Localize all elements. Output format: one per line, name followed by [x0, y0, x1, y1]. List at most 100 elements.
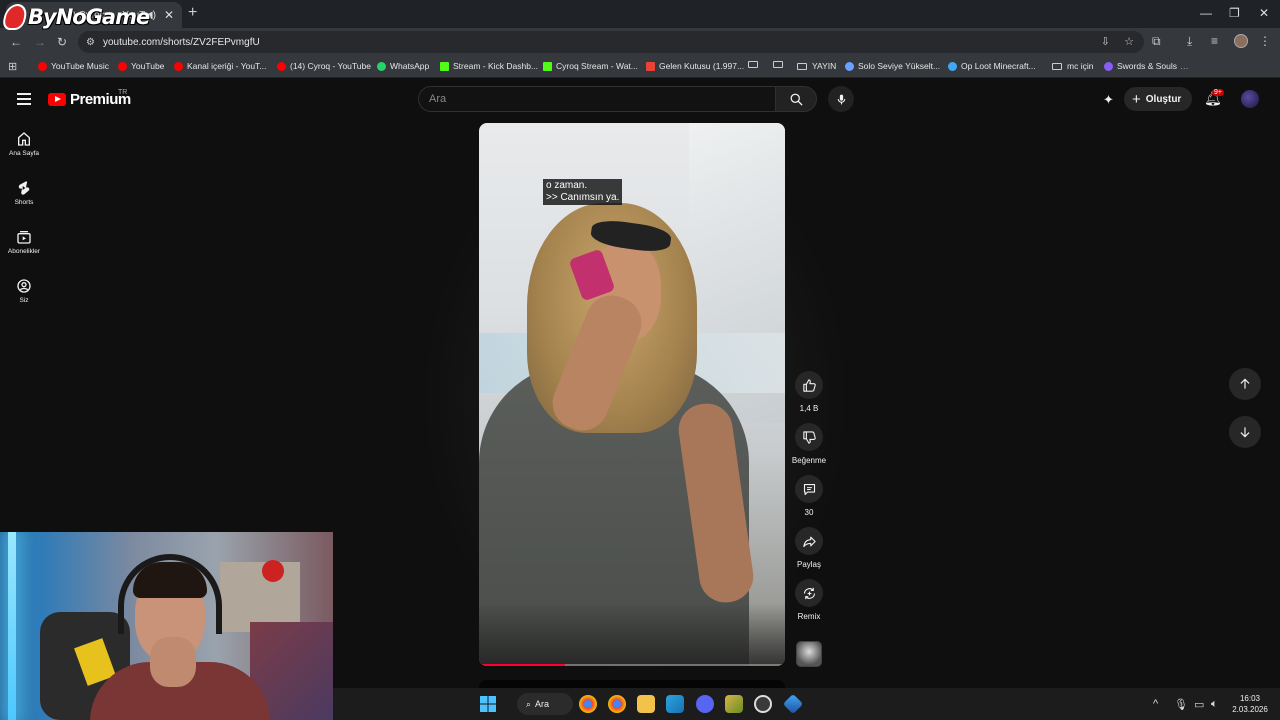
- home-icon: [18, 132, 30, 146]
- bookmark-item[interactable]: WhatsApp: [377, 61, 429, 71]
- clock-date: 2.03.2026: [1232, 705, 1268, 714]
- create-button[interactable]: + Oluştur: [1124, 87, 1192, 111]
- discord-icon[interactable]: [696, 695, 714, 713]
- video-progress-bar[interactable]: [479, 664, 785, 666]
- bookmark-item[interactable]: (14) Cyroq - YouTube: [277, 61, 371, 71]
- tray-overflow-icon[interactable]: ^: [1153, 698, 1158, 710]
- taskbar-search[interactable]: ⌕ Ara: [517, 693, 573, 715]
- subscriptions-icon: [17, 231, 31, 244]
- thumbs-down-icon: [802, 430, 816, 444]
- gmail-icon: [646, 61, 655, 71]
- bookmark-item[interactable]: Cyroq Stream - Wat...: [543, 61, 638, 71]
- notifications-badge: 9+: [1212, 89, 1224, 96]
- windows-start-icon[interactable]: [479, 695, 497, 713]
- new-tab-button[interactable]: +: [188, 4, 197, 22]
- sidebar-item-shorts[interactable]: Shorts: [0, 180, 48, 206]
- search-input[interactable]: Ara: [418, 86, 775, 112]
- sidebar-item-subscriptions[interactable]: Abonelikler: [0, 229, 48, 255]
- minimize-icon[interactable]: —: [1200, 6, 1212, 20]
- close-window-icon[interactable]: ✕: [1259, 6, 1269, 20]
- bookmark-item[interactable]: Solo Seviye Yükselt...: [845, 61, 940, 71]
- display-icon[interactable]: ▭: [1194, 698, 1204, 711]
- next-short-button[interactable]: [1229, 416, 1261, 448]
- like-action[interactable]: 1,4 B: [789, 371, 829, 413]
- previous-short-button[interactable]: [1229, 368, 1261, 400]
- apps-grid-icon[interactable]: ⊞: [8, 60, 17, 73]
- chrome-icon[interactable]: [579, 695, 597, 713]
- folder-icon: [748, 61, 758, 68]
- remix-button[interactable]: [795, 579, 823, 607]
- downloads-icon[interactable]: ⤓: [1187, 34, 1192, 49]
- comments-action[interactable]: 30: [789, 475, 829, 517]
- media-control-icon[interactable]: ≡: [1211, 34, 1218, 48]
- bookmark-item[interactable]: Swords & Souls: [1104, 61, 1177, 71]
- file-explorer-icon[interactable]: [637, 695, 655, 713]
- bookmark-item[interactable]: Op Loot Minecraft...: [948, 61, 1036, 71]
- dislike-action[interactable]: Beğenme: [789, 423, 829, 465]
- forward-icon[interactable]: →: [34, 35, 46, 49]
- bookmark-star-icon[interactable]: ☆: [1124, 35, 1134, 48]
- search-placeholder: Ara: [429, 93, 447, 105]
- address-bar[interactable]: ⚙ youtube.com/shorts/ZV2FEPvmgfU ⇩ ☆: [78, 31, 1144, 53]
- folder-icon: [797, 62, 807, 70]
- bookmarks-bar: ⊞ YouTube Music YouTube Kanal içeriği - …: [0, 56, 1280, 78]
- thumbs-up-icon: [802, 378, 816, 392]
- sidebar-item-home[interactable]: Ana Sayfa: [0, 131, 48, 157]
- share-action[interactable]: Paylaş: [789, 527, 829, 569]
- search-button[interactable]: [775, 86, 817, 112]
- cast-icon[interactable]: ✦: [1103, 92, 1114, 108]
- bookmark-folder[interactable]: [773, 61, 788, 68]
- remix-label: Remix: [797, 612, 821, 621]
- browser-tab-strip: (15) Cyroq... - YouTube ◀︎) ✕ + — ❐ ✕: [0, 0, 1280, 28]
- chrome-icon[interactable]: [608, 695, 626, 713]
- back-icon[interactable]: ←: [10, 35, 22, 49]
- region-code: TR: [118, 89, 128, 96]
- voice-search-button[interactable]: [828, 86, 854, 112]
- bookmark-item[interactable]: Gelen Kutusu (1.997...: [646, 61, 744, 71]
- reload-icon[interactable]: ↻: [57, 35, 67, 49]
- webcam-overlay: [0, 532, 333, 720]
- youtube-studio-icon: [174, 61, 183, 71]
- bookmark-label: YAYIN: [812, 61, 837, 71]
- bookmark-item[interactable]: YouTube: [118, 61, 164, 71]
- sidebar-item-you[interactable]: Siz: [0, 278, 48, 304]
- bookmark-item[interactable]: Stream - Kick Dashb...: [440, 61, 538, 71]
- taskbar-clock[interactable]: 16:03 2.03.2026: [1228, 693, 1272, 715]
- stream-logo-icon: [1, 4, 29, 30]
- video-caption: o zaman. >> Canımsın ya.: [543, 179, 623, 205]
- restore-icon[interactable]: ❐: [1229, 6, 1240, 20]
- share-button[interactable]: [795, 527, 823, 555]
- site-info-icon[interactable]: ⚙: [86, 37, 95, 48]
- obs-icon[interactable]: [754, 695, 772, 713]
- windows-taskbar: [333, 688, 1280, 720]
- bookmark-folder[interactable]: [748, 61, 763, 68]
- comments-button[interactable]: [795, 475, 823, 503]
- app-icon[interactable]: [725, 695, 743, 713]
- bookmark-item[interactable]: YouTube Music: [38, 61, 109, 71]
- extensions-icon[interactable]: ⧉: [1152, 34, 1161, 49]
- webcam-streamer-hand: [150, 637, 196, 687]
- bookmark-folder[interactable]: mc için: [1052, 61, 1093, 71]
- browser-menu-icon[interactable]: ⋮: [1259, 34, 1271, 48]
- account-avatar[interactable]: [1241, 90, 1259, 108]
- share-icon: [802, 536, 816, 547]
- like-button[interactable]: [795, 371, 823, 399]
- dislike-button[interactable]: [795, 423, 823, 451]
- browser-profile-avatar[interactable]: [1234, 34, 1248, 48]
- install-app-icon[interactable]: ⇩: [1101, 35, 1110, 48]
- volume-icon[interactable]: 🔈︎: [1211, 698, 1218, 711]
- store-icon[interactable]: [666, 695, 684, 713]
- close-tab-icon[interactable]: ✕: [164, 8, 174, 22]
- shorts-icon: [18, 181, 30, 195]
- remix-action[interactable]: Remix: [789, 579, 829, 621]
- sound-thumbnail[interactable]: [796, 641, 822, 667]
- bookmark-item[interactable]: Kanal içeriği - YouT...: [174, 61, 266, 71]
- bookmark-overflow-icon[interactable]: …: [1180, 61, 1189, 71]
- bookmark-folder[interactable]: YAYIN: [797, 61, 836, 71]
- shorts-video-player[interactable]: o zaman. >> Canımsın ya.: [479, 123, 785, 666]
- stream-logo-text: ByNoGame: [28, 5, 150, 29]
- browser-toolbar: ← → ↻ ⚙ youtube.com/shorts/ZV2FEPvmgfU ⇩…: [0, 28, 1280, 56]
- microphone-icon[interactable]: 🎙︎: [1174, 698, 1188, 711]
- hamburger-menu-icon[interactable]: [17, 93, 31, 105]
- game-icon: [1104, 61, 1113, 71]
